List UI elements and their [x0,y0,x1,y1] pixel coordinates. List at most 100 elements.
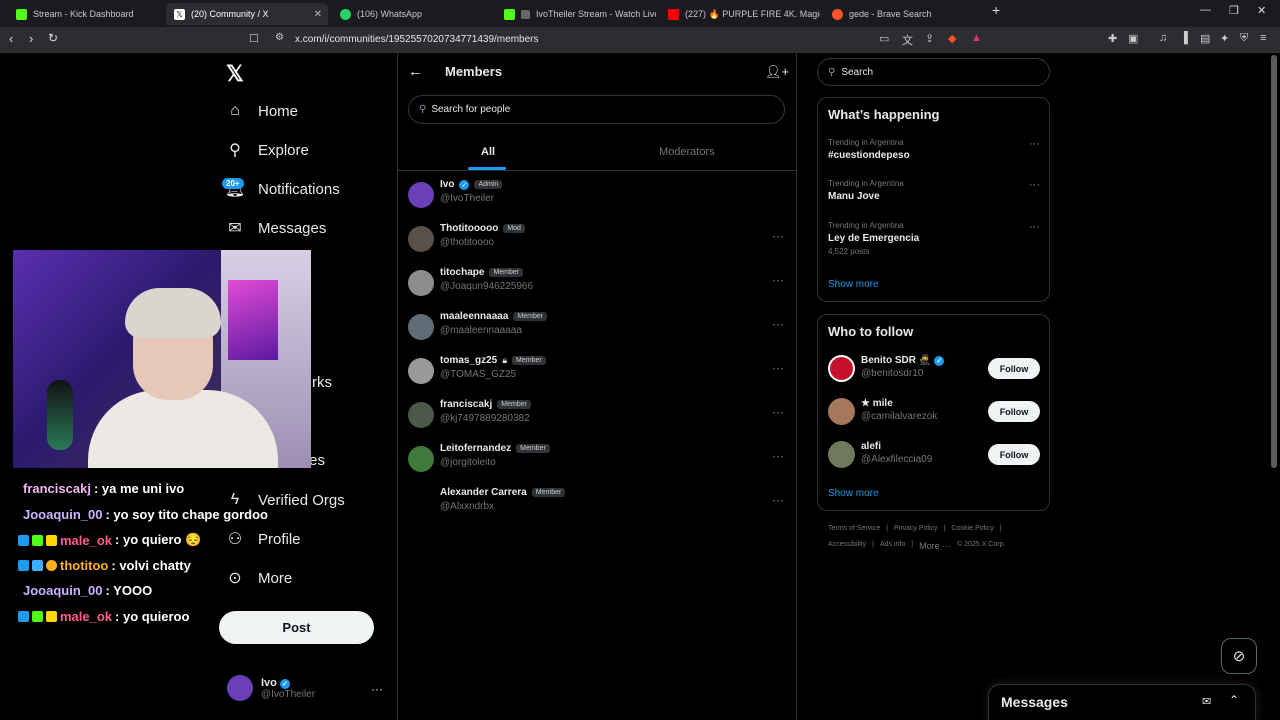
member-row[interactable]: tomas_gz25 🔒︎ Member @TOMAS_GZ25 ··· [408,355,788,398]
footer-link-accessibility[interactable]: Accessibility [828,541,866,551]
back-icon[interactable]: ‹ [9,31,13,46]
follow-button[interactable]: Follow [988,444,1040,465]
browser-tab[interactable]: gede - Brave Search [824,3,984,25]
nav-item-messages[interactable]: ✉ Messages [226,219,326,238]
menu-icon[interactable]: ≡ [1260,32,1266,44]
x-logo-icon[interactable]: 𝕏 [226,61,244,87]
member-more-icon[interactable]: ··· [772,273,784,287]
browser-tab[interactable]: (106) WhatsApp [332,3,492,25]
chat-text: : volvi chatty [111,558,191,573]
new-message-icon[interactable]: ✉ [1202,695,1211,708]
reload-icon[interactable]: ↻ [48,31,58,45]
nav-item-home[interactable]: ⌂ Home [226,102,298,120]
cast-icon[interactable]: ▭ [879,32,889,45]
member-more-icon[interactable]: ··· [772,449,784,463]
wallet-icon[interactable]: ▤ [1200,32,1210,45]
grok-icon[interactable]: ⊘ [1221,638,1257,674]
expand-icon[interactable]: ⌃ [1229,693,1239,707]
follow-suggestion[interactable]: ★ mile @camilalvarezok Follow [828,398,1040,428]
avatar [408,226,434,252]
member-row[interactable]: franciscakj Member @kj7497889280382 ··· [408,399,788,442]
account-switcher[interactable]: Ivo ✓ @IvoTheiler [227,675,315,701]
show-more-link[interactable]: Show more [828,488,879,499]
browser-tab[interactable]: Stream - Kick Dashboard [8,3,166,25]
share-icon[interactable]: ⇪ [925,32,934,45]
nav-item-explore[interactable]: ⚲ Explore [226,141,309,160]
forward-icon[interactable]: › [29,31,33,46]
trend-more-icon[interactable]: ··· [1029,138,1040,150]
member-more-icon[interactable]: ··· [772,405,784,419]
avatar [408,270,434,296]
member-more-icon[interactable]: ··· [772,493,784,507]
chat-text: : yo soy tito chape gordoo [105,507,268,522]
whats-happening-card: What’s happening Trending in Argentina #… [817,97,1050,302]
sidebar-icon[interactable]: ▐ [1180,32,1188,44]
chat-user: Jooaquin_00 [23,507,103,522]
footer-link-terms[interactable]: Terms of Service [828,525,880,532]
footer-links-row-1: Terms of Service | Privacy Policy | Cookie… [828,525,1002,532]
tab-moderators[interactable]: Moderators [659,146,715,158]
bookmark-page-icon[interactable]: ☐ [249,32,259,45]
footer-link-more[interactable]: More ··· [919,541,951,551]
url-text[interactable]: x.com/i/communities/1952557020734771439/… [295,34,538,45]
screenshot-icon[interactable]: ▣ [1128,32,1138,45]
trend-more-icon[interactable]: ··· [1029,221,1040,233]
suggestion-handle: @Alexfileccia09 [861,454,933,465]
restore-icon[interactable]: ❐ [1229,4,1239,17]
minimize-icon[interactable]: — [1200,4,1211,16]
new-tab-icon[interactable]: + [992,2,1000,18]
brave-shields-icon[interactable]: ◆ [948,32,956,45]
search-icon: ⚲ [828,66,836,78]
footer-link-privacy[interactable]: Privacy Policy [894,525,938,532]
follow-suggestion[interactable]: alefi @Alexfileccia09 Follow [828,441,1040,471]
footer-link-cookies[interactable]: Cookie Policy [951,525,993,532]
show-more-link[interactable]: Show more [828,279,879,290]
people-search-input[interactable] [431,104,732,115]
back-arrow-icon[interactable]: ← [408,63,423,80]
nav-item-bookmarks[interactable]: rks [312,374,332,391]
vpn-icon[interactable]: ⛨ [1240,32,1248,45]
tab-all[interactable]: All [481,146,495,158]
translate-icon[interactable]: 文 [902,32,913,48]
browser-tab[interactable]: IvoTheiler Stream - Watch Live on [496,3,656,25]
follow-suggestion[interactable]: Benito SDR 🥷 ✓ @benitosdr10 Follow [828,355,1040,385]
close-window-icon[interactable]: ✕ [1257,4,1266,17]
member-row[interactable]: maaleennaaaa Member @maaleennaaaaa ··· [408,311,788,354]
explore-search[interactable]: ⚲ Search [817,58,1050,86]
site-info-icon[interactable]: ⚙ [275,32,284,43]
member-row[interactable]: Leitofernandez Member @jorgitoleito ··· [408,443,788,486]
member-row[interactable]: Ivo ✓ Admin @IvoTheiler [408,179,788,222]
footer-link-ads-info[interactable]: Ads info [880,541,905,551]
follow-button[interactable]: Follow [988,358,1040,379]
nav-item-more[interactable]: ⊙ More [226,569,292,588]
brave-rewards-icon[interactable]: ▲ [971,32,982,44]
post-button[interactable]: Post [219,611,374,644]
member-row[interactable]: Alexander Carrera Member @Alxxndrbx ··· [408,487,788,530]
invite-user-icon[interactable]: 👤︎+ [765,64,789,80]
nav-item-profile[interactable]: ⚇ Profile [226,530,301,549]
media-icon[interactable]: ♫ [1159,32,1167,44]
webcam-light-panel [228,280,278,360]
member-row[interactable]: titochape Member @Joaqun946225966 ··· [408,267,788,310]
trend-item[interactable]: Trending in Argentina Manu Jove ··· [828,179,1040,202]
member-more-icon[interactable]: ··· [772,229,784,243]
account-more-icon[interactable]: ··· [371,682,383,696]
browser-tab[interactable]: (227) 🔥 PURPLE FIRE 4K. Magic Firep [660,3,820,25]
trend-item[interactable]: Trending in Argentina #cuestiondepeso ··… [828,138,1040,161]
messages-dock[interactable]: Messages ✉ ⌃ [988,684,1256,720]
browser-tab-active[interactable]: 𝕏 (20) Community / X ✕ [166,3,328,25]
member-more-icon[interactable]: ··· [772,361,784,375]
close-tab-icon[interactable]: ✕ [314,9,322,20]
member-name-row: Alexander Carrera Member [440,487,566,498]
browser-tab-bar: Stream - Kick Dashboard 𝕏 (20) Community … [0,0,1280,27]
member-more-icon[interactable]: ··· [772,317,784,331]
member-row[interactable]: Thotitooooo Mod @thotitoooo ··· [408,223,788,266]
people-search[interactable]: ⚲ [408,95,785,124]
follow-button[interactable]: Follow [988,401,1040,422]
extensions-icon[interactable]: ✚ [1108,32,1117,45]
page-scrollbar[interactable] [1271,55,1277,468]
trend-more-icon[interactable]: ··· [1029,179,1040,191]
trend-item[interactable]: Trending in Argentina Ley de Emergencia … [828,221,1040,256]
leo-ai-icon[interactable]: ✦ [1220,32,1229,45]
crown-icon [46,534,57,546]
